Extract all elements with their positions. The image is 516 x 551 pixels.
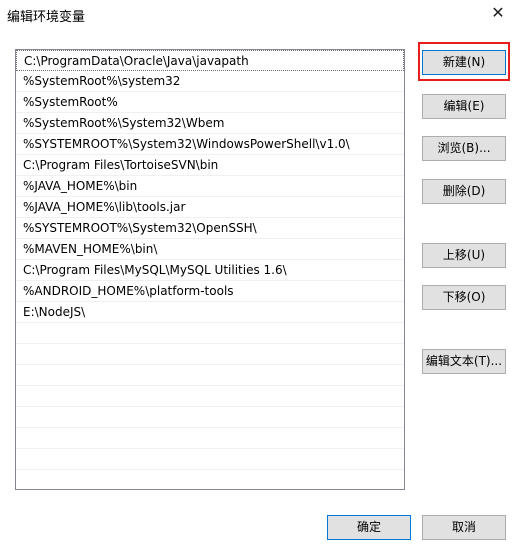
list-item-empty[interactable] xyxy=(16,344,404,365)
list-item-empty[interactable] xyxy=(16,407,404,428)
list-item-empty[interactable] xyxy=(16,428,404,449)
list-item[interactable]: %JAVA_HOME%\lib\tools.jar xyxy=(16,197,404,218)
close-icon[interactable]: ✕ xyxy=(488,3,508,23)
list-item[interactable]: %SystemRoot%\system32 xyxy=(16,71,404,92)
path-list[interactable]: C:\ProgramData\Oracle\Java\javapath %Sys… xyxy=(15,49,405,490)
list-item[interactable]: %MAVEN_HOME%\bin\ xyxy=(16,239,404,260)
cancel-button[interactable]: 取消 xyxy=(422,515,506,540)
edit-text-button[interactable]: 编辑文本(T)... xyxy=(422,349,506,374)
list-item[interactable]: %SYSTEMROOT%\System32\OpenSSH\ xyxy=(16,218,404,239)
ok-button[interactable]: 确定 xyxy=(327,515,411,540)
list-item[interactable]: %SystemRoot%\System32\Wbem xyxy=(16,113,404,134)
list-item[interactable]: %ANDROID_HOME%\platform-tools xyxy=(16,281,404,302)
delete-button[interactable]: 删除(D) xyxy=(422,179,506,204)
list-item-empty[interactable] xyxy=(16,386,404,407)
list-item-empty[interactable] xyxy=(16,470,404,489)
browse-button[interactable]: 浏览(B)... xyxy=(422,136,506,161)
list-item-empty[interactable] xyxy=(16,365,404,386)
edit-button[interactable]: 编辑(E) xyxy=(422,94,506,119)
move-up-button[interactable]: 上移(U) xyxy=(422,243,506,268)
list-item-empty[interactable] xyxy=(16,449,404,470)
list-item[interactable]: C:\ProgramData\Oracle\Java\javapath xyxy=(16,50,404,71)
list-item[interactable]: %SYSTEMROOT%\System32\WindowsPowerShell\… xyxy=(16,134,404,155)
list-item[interactable]: C:\Program Files\TortoiseSVN\bin xyxy=(16,155,404,176)
list-item[interactable]: %JAVA_HOME%\bin xyxy=(16,176,404,197)
title-bar: 编辑环境变量 ✕ xyxy=(0,0,516,30)
list-item[interactable]: %SystemRoot% xyxy=(16,92,404,113)
list-item-empty[interactable] xyxy=(16,323,404,344)
window-title: 编辑环境变量 xyxy=(7,10,86,25)
list-item[interactable]: C:\Program Files\MySQL\MySQL Utilities 1… xyxy=(16,260,404,281)
list-item[interactable]: E:\NodeJS\ xyxy=(16,302,404,323)
move-down-button[interactable]: 下移(O) xyxy=(422,285,506,310)
new-button[interactable]: 新建(N) xyxy=(422,50,506,75)
